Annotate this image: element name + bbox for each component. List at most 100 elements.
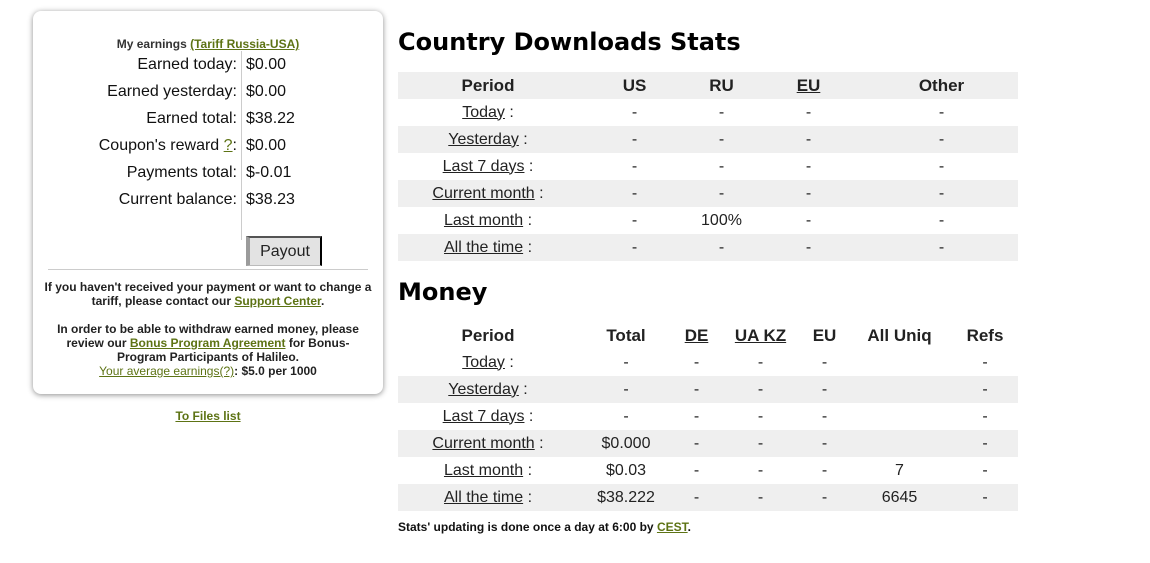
table-cell: - <box>631 103 638 121</box>
money-title: Money <box>398 278 488 306</box>
period-link-last-7-days[interactable]: Last 7 days <box>443 158 525 175</box>
earned-yesterday-row: Earned yesterday: $0.00 <box>69 78 295 105</box>
earned-today-value: $0.00 <box>246 55 287 73</box>
column-header: RU <box>709 75 734 95</box>
earned-today-label: Earned today: <box>137 55 237 73</box>
table-cell: - <box>757 488 764 506</box>
column-header: Period <box>461 75 515 95</box>
table-cell: - <box>805 157 812 175</box>
earnings-table: Earned today: $0.00 Earned yesterday: $0… <box>69 51 295 240</box>
earned-today-row: Earned today: $0.00 <box>69 51 295 78</box>
period-link-yesterday[interactable]: Yesterday <box>448 381 519 398</box>
table-cell <box>847 349 952 376</box>
column-header: Total <box>606 325 646 345</box>
current-balance-row: Current balance: $38.23 <box>69 186 295 213</box>
period-link-today[interactable]: Today <box>462 354 505 371</box>
coupon-reward-row: Coupon's reward ?: $0.00 <box>69 132 295 159</box>
tariff-link[interactable]: (Tariff Russia-USA) <box>190 37 299 51</box>
average-earnings-link[interactable]: Your average earnings(?) <box>99 364 234 378</box>
period-cell: Today : <box>462 353 514 371</box>
stats-update-note: Stats' updating is done once a day at 6:… <box>398 520 691 534</box>
table-cell: - <box>938 130 945 148</box>
table-cell: $0.03 <box>605 461 647 479</box>
column-header-de[interactable]: DE <box>674 322 719 349</box>
column-header-ua-kz[interactable]: UA KZ <box>719 322 802 349</box>
table-cell: $38.222 <box>597 488 655 506</box>
table-cell: - <box>631 157 638 175</box>
table-cell: - <box>805 238 812 256</box>
table-cell: - <box>693 407 700 425</box>
table-cell: - <box>821 353 828 371</box>
coupon-help-link[interactable]: ? <box>224 137 233 154</box>
cest-link[interactable]: CEST <box>657 520 688 534</box>
files-list-link[interactable]: To Files list <box>33 409 383 423</box>
period-cell: Last month : <box>443 461 533 479</box>
column-header: EU <box>812 325 837 345</box>
table-cell: $0.000 <box>601 434 651 452</box>
table-cell: - <box>938 238 945 256</box>
column-header-eu[interactable]: EU <box>752 72 865 99</box>
table-cell: - <box>631 211 638 229</box>
payout-button[interactable]: Payout <box>246 236 322 266</box>
period-link-last-7-days[interactable]: Last 7 days <box>443 408 525 425</box>
period-link-current-month[interactable]: Current month <box>432 435 534 452</box>
average-earnings-value: : $5.0 per 1000 <box>234 364 317 378</box>
period-link-last-month[interactable]: Last month <box>444 462 523 479</box>
period-link-last-month[interactable]: Last month <box>444 212 523 229</box>
table-cell: - <box>718 130 725 148</box>
period-link-yesterday[interactable]: Yesterday <box>448 131 519 148</box>
stats-update-text: Stats' updating is done once a day at 6:… <box>398 520 654 534</box>
table-cell: - <box>821 407 828 425</box>
table-cell: - <box>821 488 828 506</box>
bonus-agreement-link[interactable]: Bonus Program Agreement <box>130 336 286 350</box>
table-cell: - <box>693 434 700 452</box>
table-cell: - <box>718 103 725 121</box>
period-cell: Last month : <box>443 211 533 229</box>
period-cell: Current month : <box>432 434 544 452</box>
period-cell: Last 7 days : <box>442 407 534 425</box>
earnings-title: My earnings (Tariff Russia-USA) <box>33 37 383 51</box>
coupon-reward-label: Coupon's reward ?: <box>69 137 241 155</box>
period-link-today[interactable]: Today <box>462 104 505 121</box>
table-cell: - <box>623 353 629 371</box>
table-cell: - <box>693 353 700 371</box>
table-cell: - <box>623 407 629 425</box>
country-stats-table: Period US RU EU Other Today : - - - - Ye… <box>398 72 1018 261</box>
coupon-reward-label-text: Coupon's reward <box>98 136 220 154</box>
earnings-panel: My earnings (Tariff Russia-USA) Earned t… <box>33 11 383 394</box>
table-row: Last month : $0.03 - - - 7 - <box>398 457 1018 484</box>
period-cell: Last 7 days : <box>442 157 534 175</box>
earned-yesterday-label: Earned yesterday: <box>107 82 237 100</box>
table-row: Last 7 days : - - - - - <box>398 403 1018 430</box>
period-link-all-the-time[interactable]: All the time <box>444 489 523 506</box>
period-link-all-the-time[interactable]: All the time <box>444 239 523 256</box>
table-row: All the time : - - - - <box>398 234 1018 261</box>
period-cell: Today : <box>462 103 514 121</box>
table-row: Last 7 days : - - - - <box>398 153 1018 180</box>
table-cell: - <box>821 380 828 398</box>
money-stats-table: Period Total DE UA KZ EU All Uniq Refs T… <box>398 322 1018 511</box>
table-cell: - <box>982 380 988 398</box>
period-link-current-month[interactable]: Current month <box>432 185 534 202</box>
table-cell: - <box>938 211 945 229</box>
payments-total-value: $-0.01 <box>246 163 292 181</box>
support-center-link[interactable]: Support Center <box>234 294 321 308</box>
table-cell: - <box>757 461 764 479</box>
bonus-note: In order to be able to withdraw earned m… <box>43 322 373 378</box>
payments-total-row: Payments total: $-0.01 <box>69 159 295 186</box>
table-cell: - <box>757 380 764 398</box>
table-row: Yesterday : - - - - <box>398 126 1018 153</box>
earned-total-label: Earned total: <box>146 109 237 127</box>
column-header: Refs <box>966 325 1004 345</box>
table-cell: - <box>982 434 988 452</box>
column-divider <box>241 213 242 240</box>
card-divider <box>48 269 368 270</box>
table-row: Current month : $0.000 - - - - <box>398 430 1018 457</box>
table-cell <box>847 376 952 403</box>
table-cell: - <box>623 380 629 398</box>
payments-total-label: Payments total: <box>126 163 237 181</box>
period-cell: All the time : <box>443 488 533 506</box>
period-cell: All the time : <box>443 238 533 256</box>
table-row: Yesterday : - - - - - <box>398 376 1018 403</box>
table-cell: 7 <box>895 461 904 479</box>
